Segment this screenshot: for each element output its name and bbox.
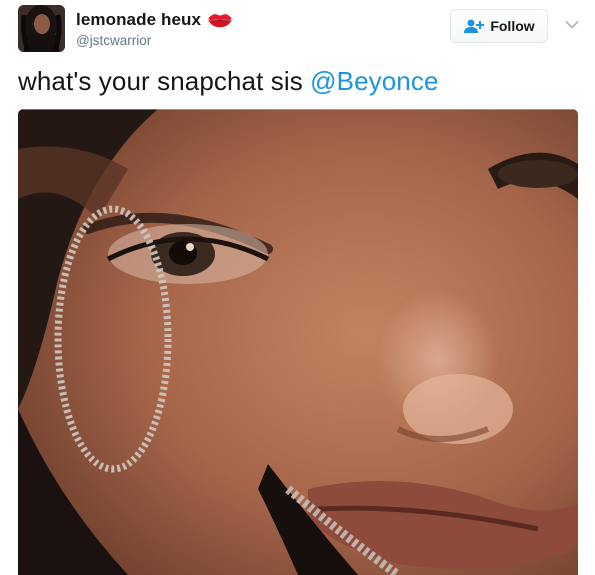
chevron-down-icon	[565, 17, 579, 35]
follow-button[interactable]: Follow	[450, 9, 548, 43]
user-names: lemonade heux @jstcwarrior	[76, 9, 233, 48]
display-name-row: lemonade heux	[76, 9, 233, 31]
mention-link[interactable]: @Beyonce	[310, 66, 438, 96]
media-video[interactable]	[18, 109, 578, 575]
tweet-menu-button[interactable]	[562, 16, 582, 36]
user-handle[interactable]: @jstcwarrior	[76, 33, 233, 48]
add-user-icon	[463, 18, 485, 34]
tweet-text: what's your snapchat sis @Beyonce	[18, 66, 439, 97]
display-name[interactable]: lemonade heux	[76, 10, 201, 30]
avatar-image	[18, 5, 65, 52]
follow-button-label: Follow	[490, 18, 535, 34]
lips-emoji-icon	[207, 12, 233, 28]
tweet-card: lemonade heux @jstcwarrior Follow what's…	[0, 0, 595, 575]
avatar[interactable]	[18, 5, 65, 52]
video-thumbnail-image	[18, 109, 578, 575]
tweet-body: what's your snapchat sis	[18, 66, 311, 96]
